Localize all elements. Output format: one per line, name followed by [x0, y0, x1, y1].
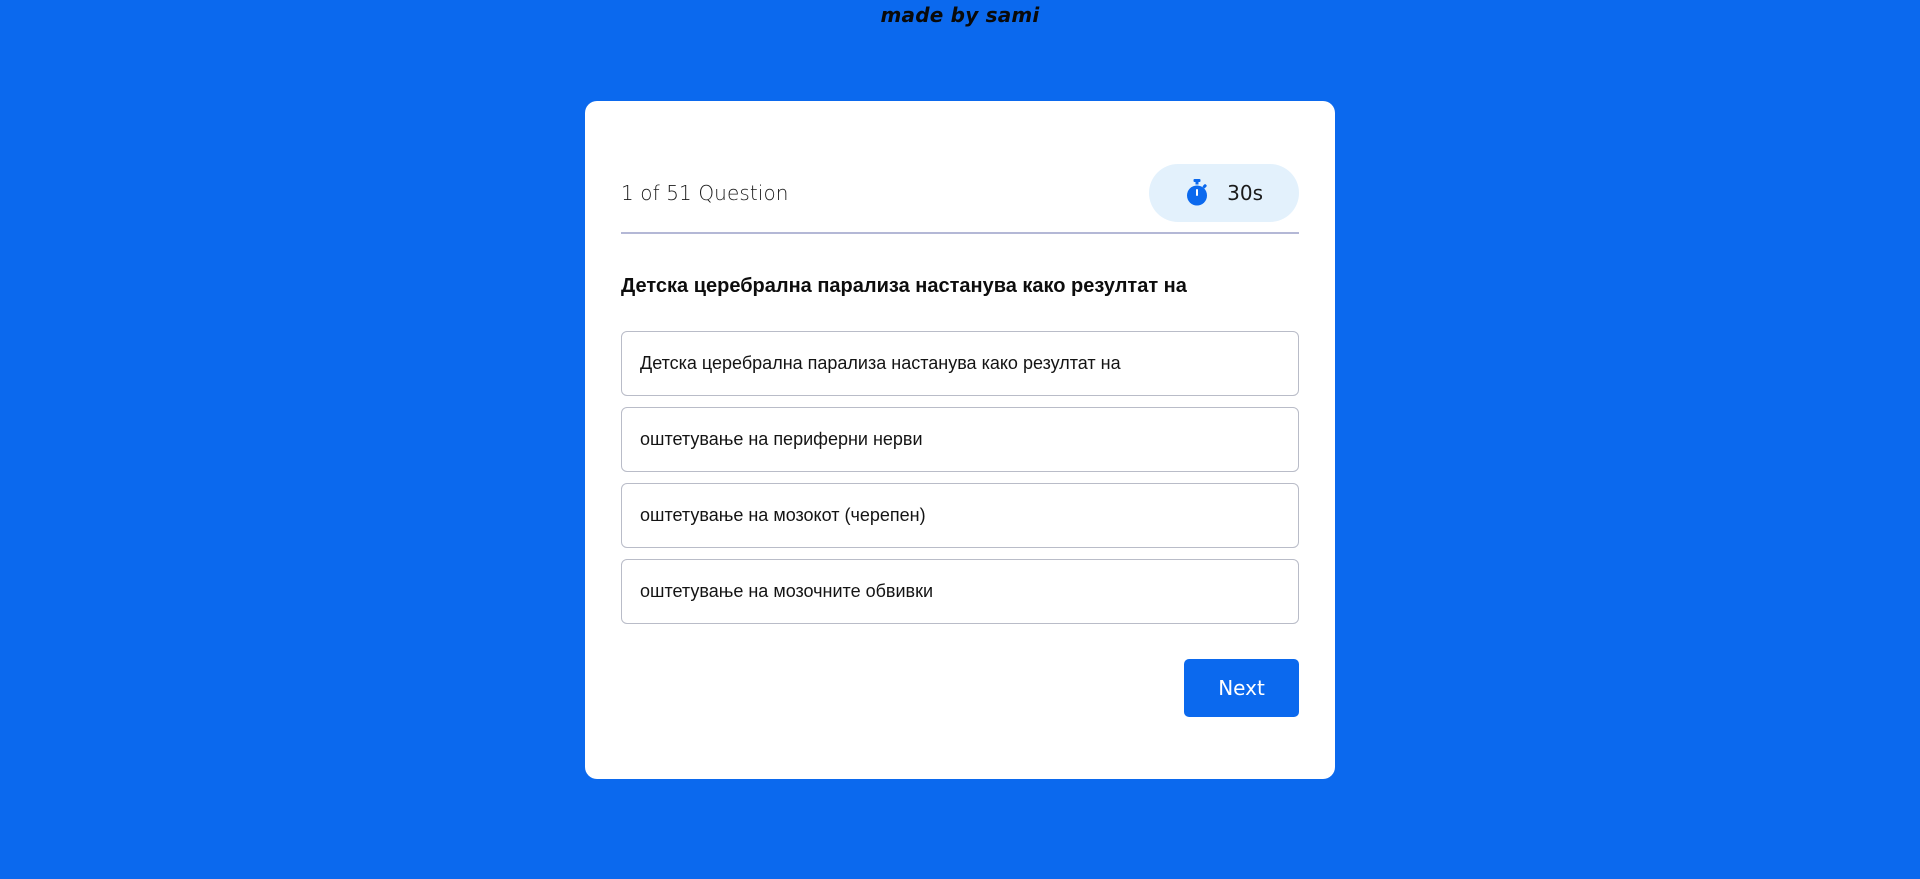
quiz-header: 1 of 51 Question 30s	[621, 163, 1299, 223]
answer-options: Детска церебрална парализа настанува как…	[621, 331, 1299, 635]
quiz-card: 1 of 51 Question 30s Детска церебрална п…	[585, 101, 1335, 779]
answer-option-label: оштетување на мозочните обвивки	[640, 581, 934, 601]
answer-option-2[interactable]: оштетување на периферни нерви	[621, 407, 1299, 472]
answer-option-1[interactable]: Детска церебрална парализа настанува как…	[621, 331, 1299, 396]
question-text: Детска церебрална парализа настанува как…	[621, 275, 1187, 297]
stopwatch-icon	[1187, 179, 1208, 206]
question-counter: 1 of 51 Question	[621, 181, 789, 205]
credit-text: made by sami	[880, 3, 1040, 27]
timer-badge: 30s	[1149, 164, 1299, 222]
timer-value: 30s	[1227, 181, 1263, 205]
header-divider	[621, 232, 1299, 234]
answer-option-3[interactable]: оштетување на мозокот (черепен)	[621, 483, 1299, 548]
answer-option-label: оштетување на мозокот (черепен)	[640, 505, 926, 525]
answer-option-label: оштетување на периферни нерви	[640, 429, 923, 449]
answer-option-label: Детска церебрална парализа настанува как…	[640, 353, 1121, 373]
next-button[interactable]: Next	[1184, 659, 1299, 717]
answer-option-4[interactable]: оштетување на мозочните обвивки	[621, 559, 1299, 624]
